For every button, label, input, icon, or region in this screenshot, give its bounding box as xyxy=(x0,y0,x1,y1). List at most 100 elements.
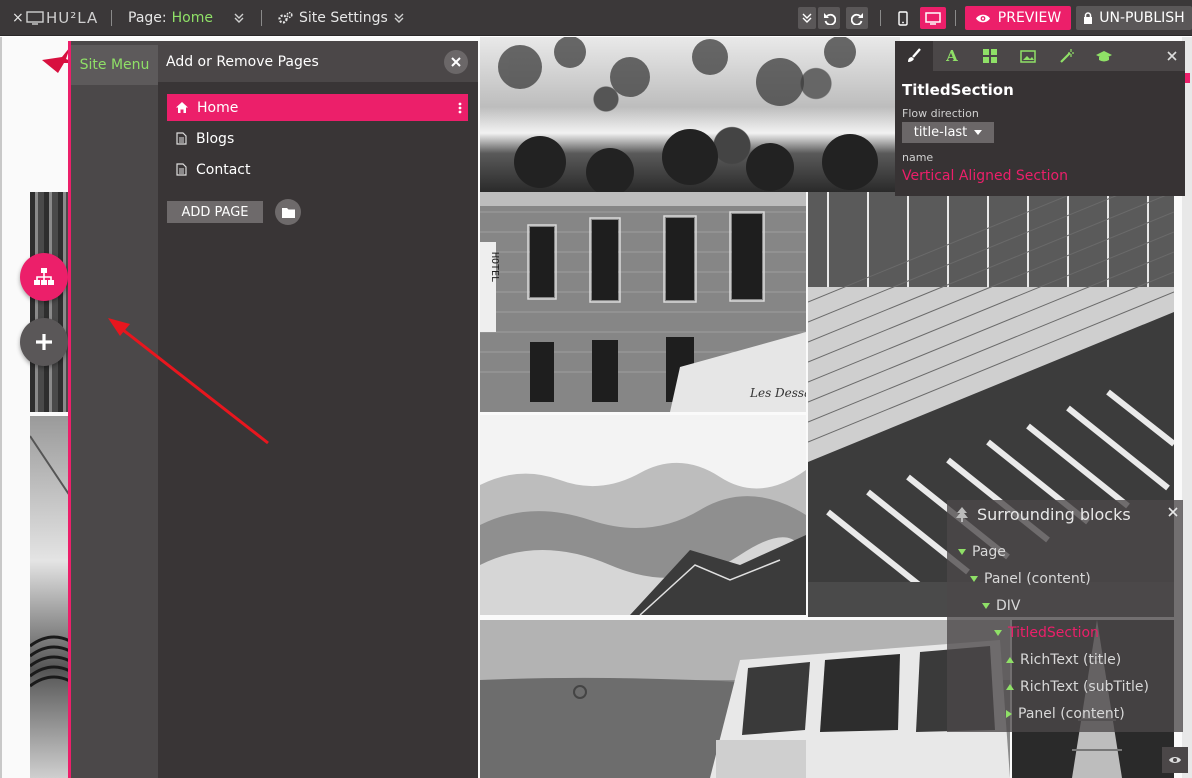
tab-image[interactable] xyxy=(1009,41,1047,71)
tree-icon xyxy=(956,506,968,522)
close-editor-icon[interactable]: × xyxy=(12,0,24,36)
unpublish-button[interactable]: UN-PUBLISH xyxy=(1076,6,1192,30)
page-selector-value: Home xyxy=(171,10,213,26)
monitor-logo-icon xyxy=(26,11,44,25)
sitemap-icon xyxy=(34,268,54,285)
page-item-label: Blogs xyxy=(196,130,235,147)
preview-label: PREVIEW xyxy=(997,10,1062,26)
tree-node-richtext-subtitle[interactable]: RichText (subTitle) xyxy=(1006,679,1149,695)
plus-icon xyxy=(36,334,52,350)
toggle-visibility-button[interactable] xyxy=(1162,747,1188,773)
gallery-image-hills xyxy=(480,415,806,615)
collapse-toolbar-button[interactable] xyxy=(798,7,816,29)
shop-sign-text: Les Dessa xyxy=(749,386,806,400)
annotation-arrow xyxy=(108,318,269,445)
paintbrush-icon xyxy=(908,48,921,62)
tab-learn[interactable] xyxy=(1085,41,1123,71)
collapsed-triangle-icon xyxy=(1006,657,1014,663)
tree-node-label: Panel (content) xyxy=(984,571,1091,587)
sitemap-button[interactable] xyxy=(20,253,68,301)
redo-icon xyxy=(850,12,863,25)
gallery-image-trees xyxy=(480,37,900,192)
double-chevron-down-icon xyxy=(394,13,404,23)
lock-icon xyxy=(1084,12,1093,24)
tree-node-page[interactable]: Page xyxy=(958,544,1006,560)
unpublish-label: UN-PUBLISH xyxy=(1099,10,1185,26)
tree-node-label: TitledSection xyxy=(1008,625,1099,641)
tree-node-titledsection[interactable]: TitledSection xyxy=(994,625,1099,641)
page-item-home[interactable]: Home xyxy=(167,94,468,121)
flow-direction-select[interactable]: title-last xyxy=(902,122,994,143)
double-chevron-down-icon[interactable] xyxy=(234,0,244,36)
surrounding-blocks-header: Surrounding blocks xyxy=(955,505,1131,524)
folder-icon xyxy=(281,207,295,218)
tree-node-label: Panel (content) xyxy=(1018,706,1125,722)
brand-logo: HU²LA xyxy=(26,0,98,36)
pages-panel-header: Add or Remove Pages xyxy=(158,41,478,82)
graduation-cap-icon xyxy=(1096,50,1112,61)
close-pages-panel-button[interactable] xyxy=(444,50,468,74)
page-item-contact[interactable]: Contact xyxy=(167,156,468,183)
add-folder-button[interactable] xyxy=(275,199,301,225)
page-item-label: Home xyxy=(197,99,239,116)
site-settings-label: Site Settings xyxy=(299,10,388,26)
preview-button[interactable]: PREVIEW xyxy=(965,6,1071,30)
flow-direction-label: Flow direction xyxy=(902,107,979,120)
tab-effects[interactable] xyxy=(1047,41,1085,71)
home-icon xyxy=(176,102,188,113)
close-icon xyxy=(1168,507,1178,517)
close-icon xyxy=(451,57,461,67)
mobile-view-button[interactable] xyxy=(892,7,914,29)
desktop-view-button[interactable] xyxy=(920,7,946,29)
block-properties-panel: A TitledSection Flow direction title-las… xyxy=(895,41,1185,196)
font-icon: A xyxy=(946,47,958,65)
tree-node-label: Page xyxy=(972,544,1006,560)
site-menu-tab[interactable]: Site Menu xyxy=(71,45,158,85)
page-selector[interactable]: Page: Home xyxy=(128,0,213,36)
gears-icon xyxy=(278,11,293,24)
expanded-triangle-icon xyxy=(982,603,990,609)
undo-icon xyxy=(823,12,836,25)
tree-node-label: DIV xyxy=(996,598,1021,614)
hotel-sign-text: HOTEL xyxy=(489,252,500,282)
close-icon xyxy=(1167,51,1177,61)
name-label: name xyxy=(902,151,934,164)
expanded-triangle-icon xyxy=(958,549,966,555)
tree-node-div[interactable]: DIV xyxy=(982,598,1021,614)
mobile-icon xyxy=(898,10,908,26)
add-block-button[interactable] xyxy=(20,318,68,366)
file-icon xyxy=(176,132,187,145)
tree-node-panel-content[interactable]: Panel (content) xyxy=(970,571,1091,587)
top-toolbar: × HU²LA Page: Home Site Settings PREVIEW… xyxy=(0,0,1192,36)
divider xyxy=(111,10,112,26)
close-properties-button[interactable] xyxy=(1167,49,1177,65)
eye-icon xyxy=(975,14,990,22)
undo-button[interactable] xyxy=(818,7,840,29)
page-item-blogs[interactable]: Blogs xyxy=(167,125,468,152)
file-icon xyxy=(176,163,187,176)
surrounding-blocks-title: Surrounding blocks xyxy=(977,505,1131,524)
tree-node-richtext-title[interactable]: RichText (title) xyxy=(1006,652,1121,668)
brand-name: HU²LA xyxy=(46,9,99,27)
close-surrounding-button[interactable] xyxy=(1168,505,1178,521)
magic-wand-icon xyxy=(1059,48,1074,63)
tab-typography[interactable]: A xyxy=(933,41,971,71)
eye-icon xyxy=(1169,757,1181,763)
tab-layout[interactable] xyxy=(971,41,1009,71)
kebab-menu-icon[interactable] xyxy=(458,102,462,114)
gallery-image-left-bottom xyxy=(30,416,70,778)
site-settings-menu[interactable]: Site Settings xyxy=(277,0,404,36)
page-selector-label: Page: xyxy=(128,10,167,26)
tree-node-panel-content-child[interactable]: Panel (content) xyxy=(1006,706,1125,722)
expanded-triangle-icon xyxy=(994,630,1002,636)
gallery-image-hotel: HOTEL Les Dessa xyxy=(480,192,806,412)
expanded-triangle-icon xyxy=(970,576,978,582)
add-page-button[interactable]: ADD PAGE xyxy=(167,201,263,223)
pages-panel-title: Add or Remove Pages xyxy=(166,53,319,70)
redo-button[interactable] xyxy=(846,7,868,29)
divider xyxy=(955,10,956,26)
gallery-image-jeep xyxy=(480,620,1010,778)
flow-direction-value: title-last xyxy=(913,125,968,140)
tab-style[interactable] xyxy=(895,41,933,71)
name-value[interactable]: Vertical Aligned Section xyxy=(902,168,1068,184)
